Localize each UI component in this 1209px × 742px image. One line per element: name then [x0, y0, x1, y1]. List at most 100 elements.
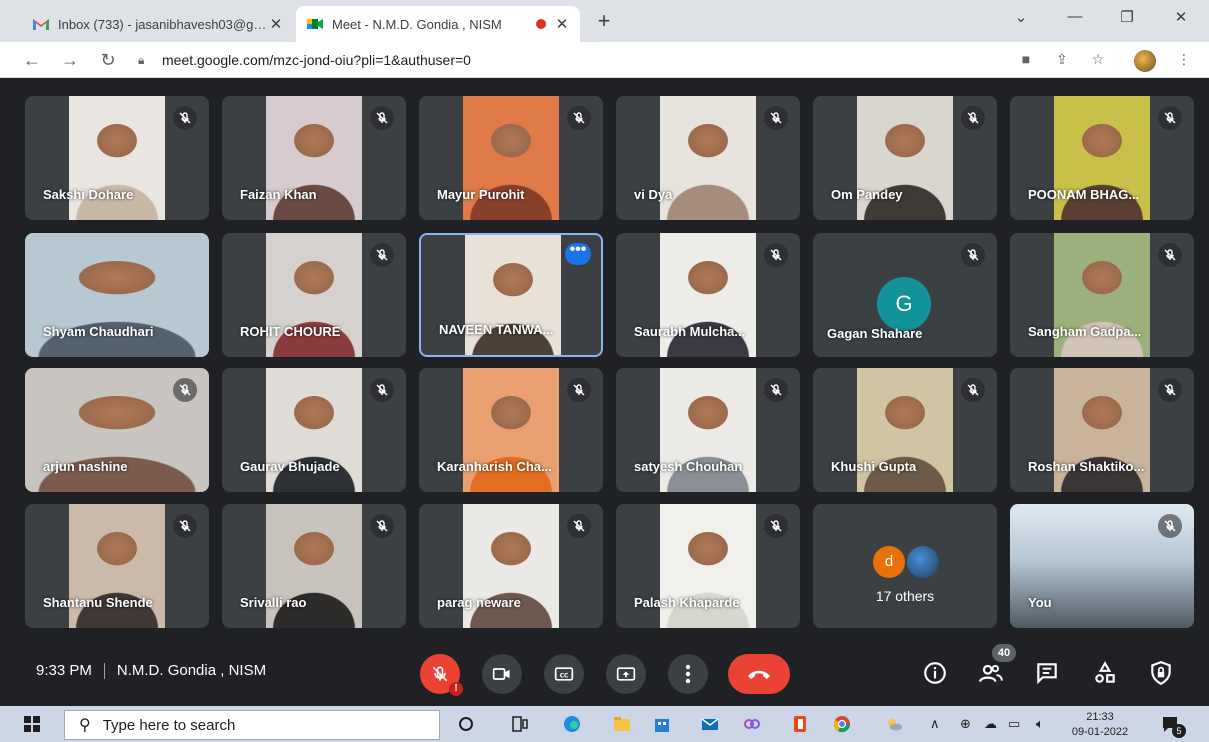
participant-name: Khushi Gupta [831, 459, 917, 474]
divider [103, 663, 105, 680]
meeting-controls-bar: 9:33 PM N.M.D. Gondia , NISM ! CC 40 [0, 634, 1209, 706]
participant-tile[interactable]: Shyam Chaudhari [25, 233, 209, 357]
restore-button[interactable]: ❐ [1112, 8, 1142, 26]
reload-button[interactable]: ↻ [96, 48, 120, 72]
participant-tile[interactable]: Mayur Purohit [419, 96, 603, 220]
browser-menu-icon[interactable]: ⋮ [1174, 51, 1194, 69]
participant-options-icon[interactable]: ••• [565, 242, 591, 265]
chat-icon[interactable] [1034, 660, 1060, 686]
others-tile[interactable]: d 17 others [813, 504, 997, 628]
show-hidden-icons-icon[interactable]: ∧ [930, 716, 940, 732]
participant-name: Karanharish Cha... [437, 459, 552, 474]
edge-icon[interactable] [562, 714, 582, 734]
muted-mic-icon [1158, 243, 1182, 267]
participant-tile[interactable]: Palash Khaparde [616, 504, 800, 628]
muted-mic-icon [961, 378, 985, 402]
onedrive-icon[interactable]: ☁ [984, 716, 997, 732]
participant-name: Srivalli rao [240, 595, 307, 610]
participant-tile[interactable]: Khushi Gupta [813, 368, 997, 492]
more-options-button[interactable] [668, 654, 708, 694]
participant-tile[interactable]: POONAM BHAG... [1010, 96, 1194, 220]
more-vert-icon [685, 664, 691, 684]
participant-name: satyesh Chouhan [634, 459, 743, 474]
file-explorer-icon[interactable] [612, 714, 632, 734]
meeting-details-icon[interactable] [922, 660, 948, 686]
camera-in-use-icon[interactable]: ■ [1016, 51, 1036, 69]
tray-app-icon[interactable]: ⊕ [960, 716, 971, 732]
chrome-icon[interactable] [832, 714, 852, 734]
muted-mic-icon [567, 378, 591, 402]
recording-indicator-icon [536, 19, 546, 29]
mic-off-icon [432, 666, 448, 682]
participant-tile[interactable]: satyesh Chouhan [616, 368, 800, 492]
participant-tile[interactable]: Shantanu Shende [25, 504, 209, 628]
volume-icon[interactable]: 🔈︎ [1036, 716, 1044, 732]
present-screen-button[interactable] [606, 654, 646, 694]
profile-avatar[interactable] [1134, 50, 1156, 72]
minimize-button[interactable]: — [1060, 8, 1090, 25]
store-icon[interactable] [652, 714, 672, 734]
task-view-icon[interactable] [510, 714, 530, 734]
network-icon[interactable]: ▭ [1008, 716, 1020, 732]
meeting-time: 9:33 PM [36, 662, 92, 679]
captions-icon: CC [554, 667, 574, 681]
tab-meet[interactable]: Meet - N.M.D. Gondia , NISM ✕ [296, 6, 580, 42]
participant-name: Shantanu Shende [43, 595, 153, 610]
participant-tile[interactable]: Saurabh Mulcha... [616, 233, 800, 357]
close-tab-icon[interactable]: ✕ [268, 15, 284, 33]
participant-tile[interactable]: G Gagan Shahare [813, 233, 997, 357]
camera-toggle-button[interactable] [482, 654, 522, 694]
participant-tile[interactable]: Gaurav Bhujade [222, 368, 406, 492]
share-icon[interactable]: ⇪ [1052, 51, 1072, 69]
participant-tile[interactable]: vi Dya [616, 96, 800, 220]
participant-tile[interactable]: ROHIT CHOURE [222, 233, 406, 357]
participant-tile[interactable]: Faizan Khan [222, 96, 406, 220]
participant-tile[interactable]: Roshan Shaktiko... [1010, 368, 1194, 492]
mail-icon[interactable] [700, 714, 720, 734]
taskbar-clock[interactable]: 21:33 09-01-2022 [1068, 710, 1132, 740]
app-icon[interactable] [742, 714, 762, 734]
participant-tile[interactable]: Srivalli rao [222, 504, 406, 628]
mic-toggle-button[interactable]: ! [420, 654, 463, 696]
muted-mic-icon [370, 243, 394, 267]
lock-icon[interactable]: 🔒︎ [138, 53, 152, 68]
captions-button[interactable]: CC [544, 654, 584, 694]
participant-tile[interactable]: Sangham Gadpa... [1010, 233, 1194, 357]
back-button[interactable]: ← [20, 48, 44, 72]
muted-mic-icon [764, 106, 788, 130]
muted-mic-icon [370, 514, 394, 538]
office-icon[interactable] [790, 714, 810, 734]
muted-mic-icon [1158, 106, 1182, 130]
participant-tile[interactable]: Sakshi Dohare [25, 96, 209, 220]
participant-tile[interactable]: Karanharish Cha... [419, 368, 603, 492]
people-icon[interactable] [978, 660, 1004, 686]
participant-video [660, 96, 756, 220]
url-field[interactable]: 🔒︎ meet.google.com/mzc-jond-oiu?pli=1&au… [138, 47, 998, 73]
present-screen-icon [616, 667, 636, 681]
windows-start-icon[interactable] [24, 716, 40, 732]
leave-call-button[interactable] [728, 654, 790, 694]
activities-icon[interactable] [1092, 660, 1118, 686]
muted-mic-icon [173, 378, 197, 402]
cortana-icon[interactable] [456, 714, 476, 734]
taskbar-search-box[interactable]: ⚲ Type here to search [64, 710, 440, 740]
host-controls-icon[interactable] [1148, 660, 1174, 686]
participant-tile[interactable]: arjun nashine [25, 368, 209, 492]
participant-grid: d 17 others You Sakshi Dohare Faizan Khan… [0, 78, 1209, 634]
participant-name: Faizan Khan [240, 187, 317, 202]
muted-mic-icon [173, 514, 197, 538]
forward-button[interactable]: → [58, 48, 82, 72]
participant-tile[interactable]: Om Pandey [813, 96, 997, 220]
tab-search-icon[interactable]: ⌄ [1006, 8, 1036, 26]
url-text: meet.google.com/mzc-jond-oiu?pli=1&authu… [162, 52, 471, 68]
participant-tile[interactable]: NAVEEN TANWA... ••• [419, 233, 603, 357]
muted-mic-icon [1158, 378, 1182, 402]
participant-tile[interactable]: parag neware [419, 504, 603, 628]
weather-icon[interactable] [884, 714, 904, 734]
close-tab-icon[interactable]: ✕ [554, 15, 570, 33]
close-window-button[interactable]: ✕ [1166, 8, 1196, 26]
bookmark-star-icon[interactable]: ☆ [1088, 51, 1108, 69]
tab-gmail[interactable]: Inbox (733) - jasanibhavesh03@gmail.com … [22, 6, 294, 42]
new-tab-button[interactable]: + [592, 10, 616, 34]
self-tile[interactable]: You [1010, 504, 1194, 628]
